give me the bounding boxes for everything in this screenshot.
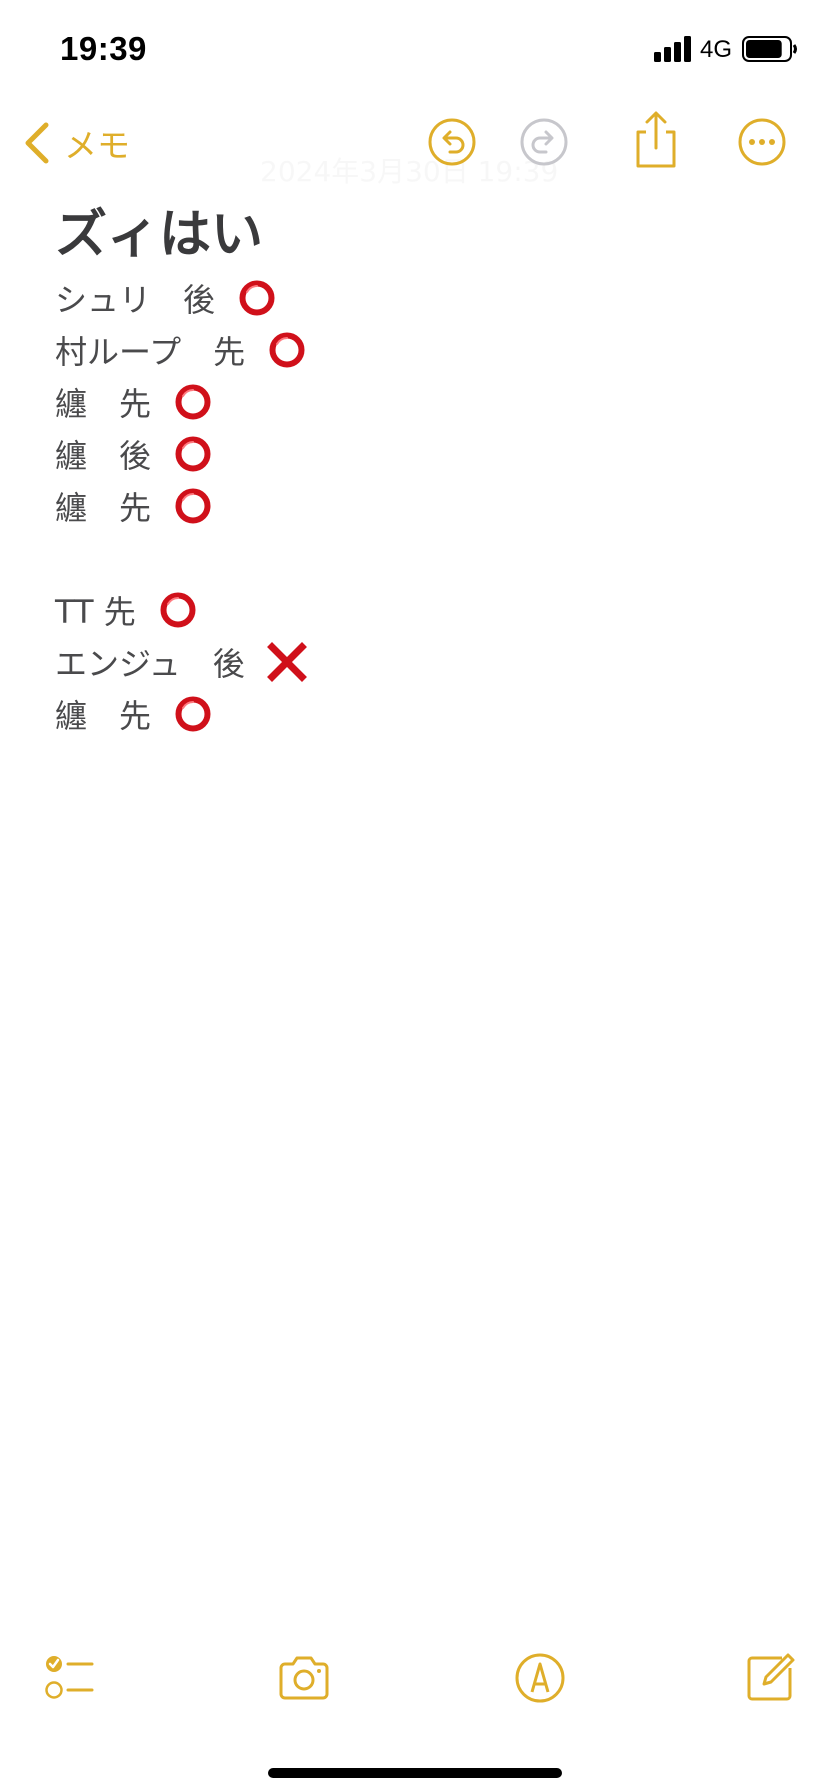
back-button[interactable]: メモ bbox=[22, 118, 130, 168]
note-line: 纏 先 bbox=[55, 376, 775, 428]
ellipsis-circle-icon[interactable] bbox=[736, 116, 788, 168]
red-circle-icon bbox=[173, 694, 213, 734]
nav-bar: メモ 2024年3月30日 19:39 bbox=[0, 100, 828, 190]
home-indicator[interactable] bbox=[268, 1768, 562, 1778]
markup-pen-icon[interactable] bbox=[512, 1650, 568, 1706]
note-line: 纏 後 bbox=[55, 428, 775, 480]
checklist-icon[interactable] bbox=[42, 1650, 98, 1706]
note-line-text: TT 先 bbox=[55, 593, 136, 631]
redo-icon[interactable] bbox=[518, 116, 570, 168]
note-line: 村ループ 先 bbox=[55, 324, 775, 376]
network-type: 4G bbox=[700, 36, 733, 63]
status-bar: 19:39 4G bbox=[0, 0, 828, 100]
note-line: シュリ 後 bbox=[55, 272, 775, 324]
note-line-text: 纏 後 bbox=[55, 437, 152, 475]
camera-icon[interactable] bbox=[276, 1650, 332, 1706]
note-lines: シュリ 後村ループ 先纏 先纏 後纏 先 TT 先エンジュ 後纏 先 bbox=[55, 272, 775, 740]
note-blank-line bbox=[55, 532, 775, 584]
back-label: メモ bbox=[64, 126, 130, 165]
share-icon[interactable] bbox=[630, 110, 682, 170]
note-date: 2024年3月30日 19:39 bbox=[260, 155, 559, 188]
red-circle-icon bbox=[237, 278, 277, 318]
note-line-text: エンジュ 後 bbox=[55, 645, 245, 683]
red-cross-icon bbox=[266, 642, 307, 682]
red-circle-icon bbox=[173, 434, 213, 474]
status-time: 19:39 bbox=[60, 30, 147, 67]
red-circle-icon bbox=[173, 382, 213, 422]
bottom-toolbar bbox=[0, 1650, 828, 1710]
note-line: TT 先 bbox=[55, 584, 775, 636]
note-line-text: シュリ 後 bbox=[55, 281, 216, 319]
undo-icon[interactable] bbox=[426, 116, 478, 168]
signal-strength-icon bbox=[654, 36, 691, 62]
note-line: エンジュ 後 bbox=[55, 636, 775, 688]
red-circle-icon bbox=[158, 590, 198, 630]
compose-icon[interactable] bbox=[742, 1650, 798, 1706]
chevron-left-icon bbox=[25, 122, 49, 164]
red-circle-icon bbox=[173, 486, 213, 526]
note-line-text: 纏 先 bbox=[55, 385, 152, 423]
note-title[interactable]: ズィはい bbox=[55, 200, 775, 270]
note-line: 纏 先 bbox=[55, 480, 775, 532]
note-line-text: 村ループ 先 bbox=[55, 333, 246, 371]
note-line: 纏 先 bbox=[55, 688, 775, 740]
note-line-text: 纏 先 bbox=[55, 697, 152, 735]
note-body[interactable]: ズィはい シュリ 後村ループ 先纏 先纏 後纏 先 TT 先エンジュ 後纏 先 bbox=[55, 200, 775, 740]
battery-icon bbox=[742, 36, 797, 62]
note-line-text: 纏 先 bbox=[55, 489, 152, 527]
red-circle-icon bbox=[267, 330, 307, 370]
